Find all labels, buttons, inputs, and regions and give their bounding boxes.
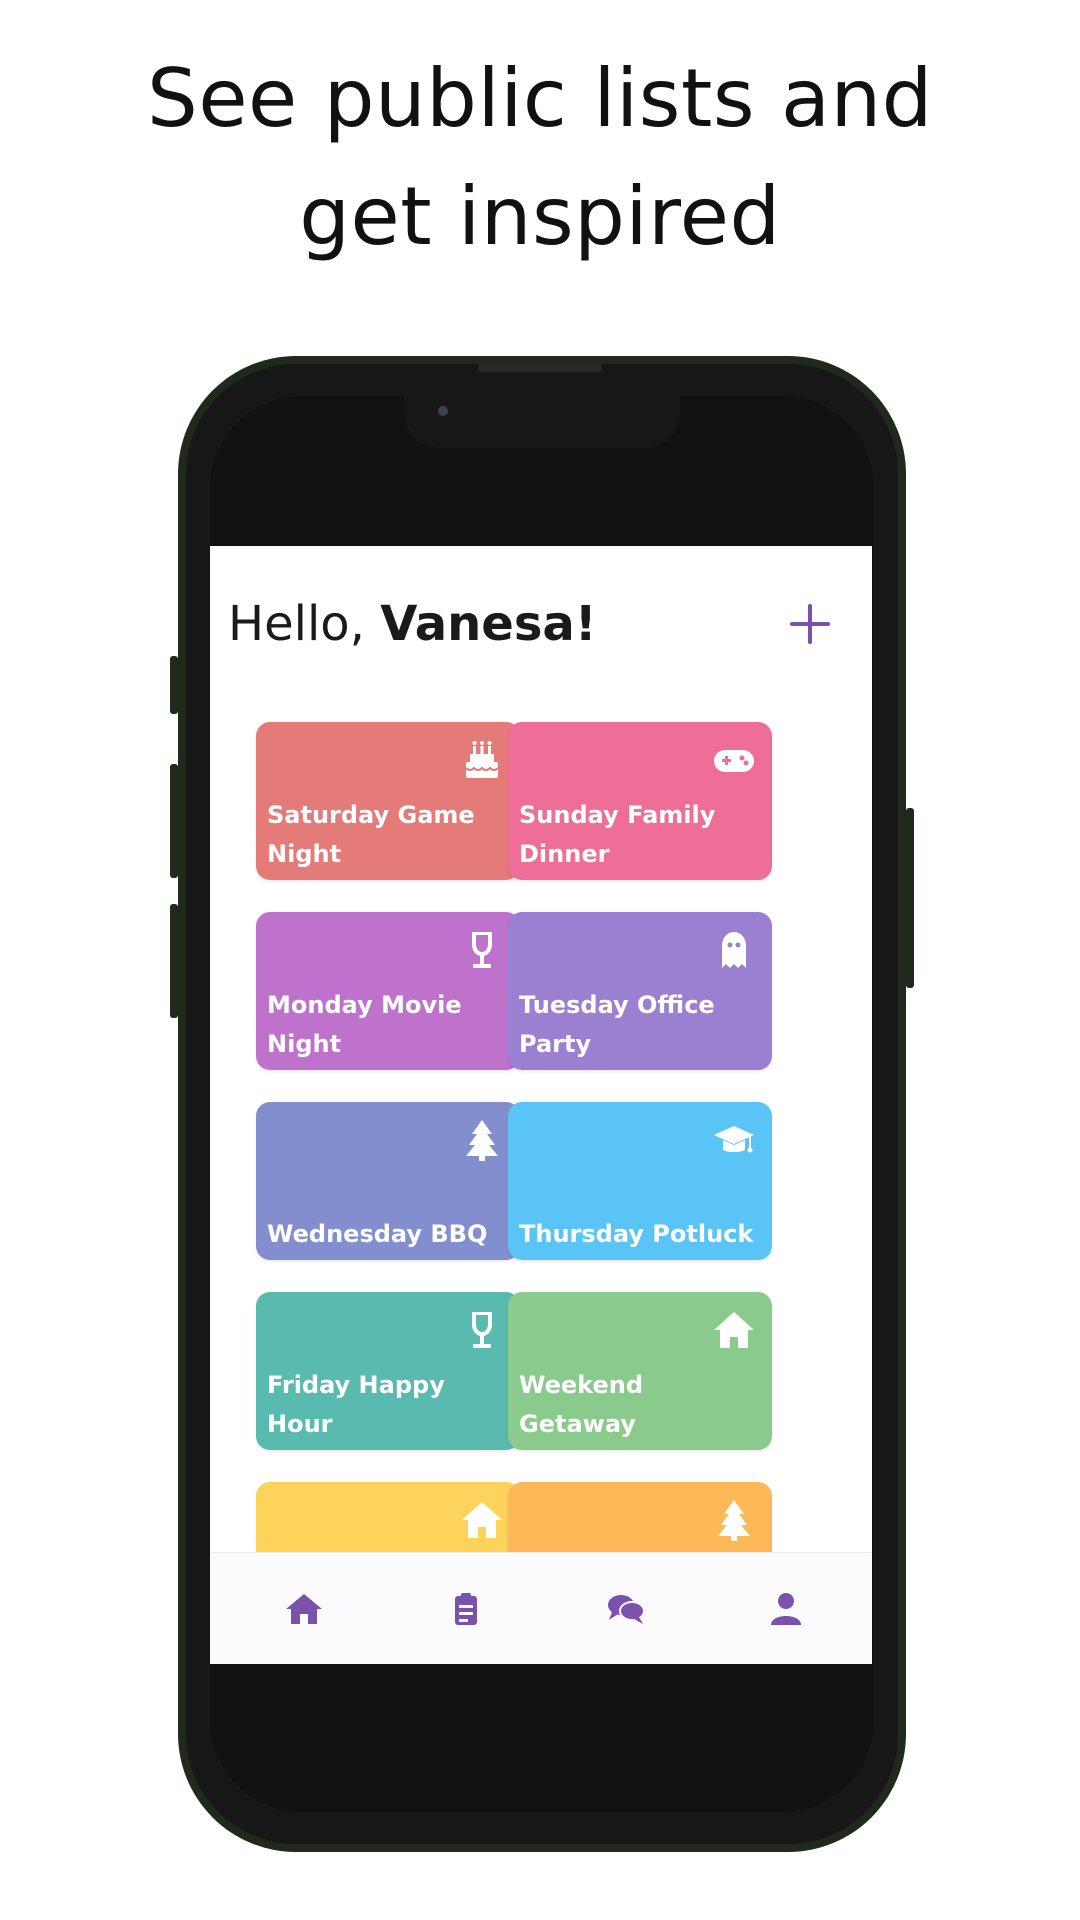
gamepad-icon — [712, 738, 756, 782]
greeting: Hello, Vanesa! — [228, 596, 597, 652]
chat-icon — [608, 1595, 645, 1624]
list-card[interactable]: Wednesday BBQ — [256, 1102, 520, 1260]
list-card[interactable]: Friday Happy Hour — [256, 1292, 520, 1450]
list-card-title: Weekend Getaway — [519, 1371, 644, 1438]
app-screen: Hello, Vanesa! Saturday Game Night Sunday… — [210, 546, 872, 1664]
list-card-title: Saturday Game Night — [267, 801, 475, 868]
greeting-name: Vanesa! — [380, 596, 597, 652]
list-card-title: Friday Happy Hour — [267, 1371, 445, 1438]
power-button — [906, 808, 914, 988]
bottom-tab-bar — [210, 1552, 872, 1664]
list-card-title: Tuesday Office Party — [519, 991, 715, 1058]
tab-home[interactable] — [284, 1591, 324, 1627]
list-card-title: Thursday Potluck — [519, 1220, 754, 1248]
promo-line-1: See public lists and — [147, 52, 933, 145]
tab-messages[interactable] — [606, 1591, 646, 1627]
greeting-prefix: Hello, — [228, 596, 365, 652]
list-card[interactable]: Sunday Family Dinner — [508, 722, 772, 880]
add-list-button[interactable] — [788, 602, 832, 646]
promo-headline: See public lists and get inspired — [0, 40, 1080, 276]
tree-icon — [712, 1498, 756, 1542]
tab-lists[interactable] — [446, 1591, 486, 1627]
volume-up-button — [170, 764, 178, 878]
cake-icon — [460, 738, 504, 782]
home-icon — [460, 1498, 504, 1542]
list-card[interactable]: Tuesday Office Party — [508, 912, 772, 1070]
home-icon — [286, 1594, 322, 1624]
phone-side-button — [170, 656, 178, 714]
list-card-title: Monday Movie Night — [267, 991, 462, 1058]
list-card[interactable]: Weekend Getaway — [508, 1292, 772, 1450]
list-card-title: Wednesday BBQ — [267, 1220, 488, 1248]
clipboard-icon — [455, 1593, 477, 1625]
phone-speaker — [478, 364, 602, 372]
plus-icon — [790, 604, 830, 644]
list-card-title: Sunday Family Dinner — [519, 801, 716, 868]
volume-down-button — [170, 904, 178, 1018]
list-card[interactable]: Monday Movie Night — [256, 912, 520, 1070]
wine-glass-icon — [460, 1308, 504, 1352]
graduation-cap-icon — [712, 1118, 756, 1162]
front-camera — [438, 406, 448, 416]
promo-line-2: get inspired — [299, 170, 781, 263]
phone-notch — [404, 390, 680, 448]
wine-glass-icon — [460, 928, 504, 972]
list-card[interactable]: Saturday Game Night — [256, 722, 520, 880]
home-icon — [712, 1308, 756, 1352]
tab-profile[interactable] — [766, 1591, 806, 1627]
user-icon — [771, 1593, 801, 1625]
ghost-icon — [712, 928, 756, 972]
list-card[interactable]: Thursday Potluck — [508, 1102, 772, 1260]
tree-icon — [460, 1118, 504, 1162]
